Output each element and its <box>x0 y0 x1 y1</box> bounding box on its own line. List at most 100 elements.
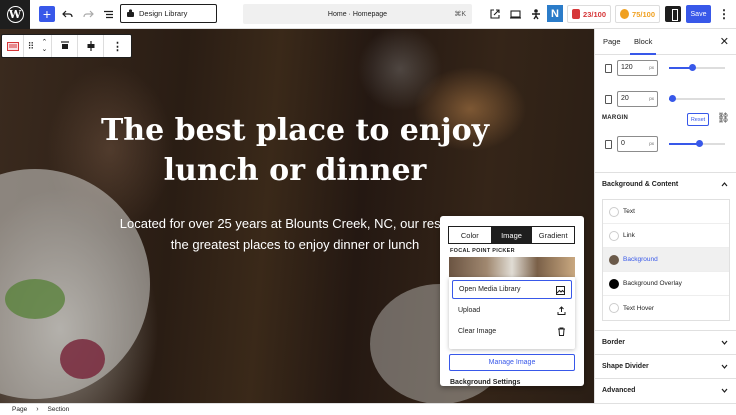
breadcrumb-page[interactable]: Page <box>12 406 27 413</box>
align-button[interactable] <box>52 35 78 57</box>
clear-image-item[interactable]: Clear Image <box>452 322 572 341</box>
color-item-label: Link <box>623 232 635 239</box>
background-content-title: Background & Content <box>602 181 679 188</box>
padding-value-1: 120 <box>621 64 633 71</box>
seo-score-badge[interactable]: 23/100 <box>567 5 611 23</box>
undo-button[interactable] <box>58 5 76 23</box>
reset-button[interactable]: Reset <box>687 113 709 126</box>
margin-value: 0 <box>621 140 625 147</box>
background-type-tabs: Color Image Gradient <box>448 226 575 244</box>
unit-label[interactable]: px <box>649 96 654 101</box>
open-media-library-label: Open Media Library <box>459 286 521 293</box>
block-type-button[interactable] <box>2 35 24 57</box>
wordpress-logo-button[interactable]: W <box>0 0 30 29</box>
padding-value-2: 20 <box>621 95 629 102</box>
unit-label[interactable]: px <box>649 65 654 70</box>
add-block-button[interactable]: + <box>39 6 55 22</box>
save-button[interactable]: Save <box>686 5 711 23</box>
tab-block[interactable]: Block <box>629 37 657 55</box>
color-item-link[interactable]: Link <box>603 224 729 248</box>
design-library-button[interactable]: Design Library <box>120 4 217 23</box>
shape-divider-panel-header[interactable]: Shape Divider <box>595 354 736 378</box>
breadcrumb-section[interactable]: Section <box>48 406 70 413</box>
color-item-text[interactable]: Text <box>603 200 729 224</box>
background-settings-label[interactable]: Background Settings <box>450 379 520 386</box>
slider-thumb[interactable] <box>696 140 704 147</box>
color-item-label: Text Hover <box>623 304 655 312</box>
salad-image <box>5 279 65 319</box>
border-panel-header[interactable]: Border <box>595 330 736 354</box>
tab-gradient[interactable]: Gradient <box>532 227 574 243</box>
align-top-icon <box>60 41 69 49</box>
hero-heading[interactable]: The best place to enjoy lunch or dinner <box>80 111 510 191</box>
upload-label: Upload <box>458 307 481 314</box>
document-overview-button[interactable] <box>99 5 117 23</box>
tab-color[interactable]: Color <box>449 227 491 243</box>
sidebar-tabs: Page Block ✕ <box>595 29 736 55</box>
focal-point-picker-image[interactable] <box>449 257 575 277</box>
link-sides-icon[interactable]: ⛓ <box>717 113 730 125</box>
close-icon[interactable]: ✕ <box>720 35 729 48</box>
open-media-library-item[interactable]: Open Media Library <box>452 280 572 299</box>
color-item-background[interactable]: Background <box>603 248 729 272</box>
upload-item[interactable]: Upload <box>452 301 572 320</box>
border-title: Border <box>602 339 625 346</box>
preview-device-button[interactable] <box>506 5 524 23</box>
breadcrumb: Page › Section <box>0 403 736 415</box>
chevron-down-icon <box>721 364 728 369</box>
manage-image-button[interactable]: Manage Image <box>449 354 575 371</box>
wordpress-icon: W <box>6 5 24 23</box>
slider-thumb[interactable] <box>689 64 697 71</box>
margin-slider[interactable] <box>669 140 725 147</box>
device-icon[interactable] <box>605 140 612 149</box>
unit-label[interactable]: px <box>649 141 654 146</box>
desktop-icon <box>509 9 521 19</box>
background-content-panel-header[interactable]: Background & Content <box>595 172 736 196</box>
readability-score-badge[interactable]: 75/100 <box>615 5 660 23</box>
block-options-button[interactable]: ⋮ <box>104 35 131 57</box>
advanced-panel-header[interactable]: Advanced <box>595 378 736 402</box>
plugin-accessibility-button[interactable] <box>527 5 545 23</box>
color-item-label: Text <box>623 208 635 215</box>
color-swatch <box>609 303 619 313</box>
margin-input[interactable]: 0 px <box>617 136 658 152</box>
padding-input-1[interactable]: 120 px <box>617 60 658 76</box>
device-icon[interactable] <box>605 64 612 73</box>
device-icon[interactable] <box>605 95 612 104</box>
margin-label: MARGIN <box>602 115 629 121</box>
background-popover: Color Image Gradient FOCAL POINT PICKER … <box>440 216 584 386</box>
padding-slider-1[interactable] <box>669 64 725 71</box>
upload-icon <box>557 306 566 315</box>
document-title-bar[interactable]: Home · Homepage ⌘K <box>243 4 472 24</box>
padding-row-1: 120 px <box>595 57 736 79</box>
trash-icon <box>558 327 565 336</box>
color-swatch <box>609 231 619 241</box>
chevron-up-icon <box>721 182 728 187</box>
readability-score-value: 75/100 <box>632 9 655 19</box>
more-options-button[interactable]: ⋮ <box>717 5 731 23</box>
list-view-icon <box>103 10 113 18</box>
color-item-background-overlay[interactable]: Background Overlay <box>603 272 729 296</box>
n-plugin-button[interactable]: N <box>547 5 563 22</box>
view-page-button[interactable] <box>486 5 504 23</box>
redo-button[interactable] <box>79 5 97 23</box>
tab-image[interactable]: Image <box>490 227 533 243</box>
color-swatch <box>609 255 619 265</box>
shape-divider-title: Shape Divider <box>602 363 649 370</box>
chevron-down-icon <box>721 388 728 393</box>
color-swatch <box>609 279 619 289</box>
justify-button[interactable] <box>78 35 104 57</box>
padding-slider-2[interactable] <box>669 95 725 102</box>
settings-sidebar: Page Block ✕ 120 px 20 px MARGIN Reset ⛓ 0… <box>594 29 736 403</box>
image-icon <box>556 286 565 295</box>
drag-handle-icon[interactable]: ⠿ <box>28 41 35 52</box>
settings-sidebar-toggle[interactable] <box>665 6 681 22</box>
color-item-text-hover[interactable]: Text Hover <box>603 296 729 320</box>
redo-icon <box>82 10 94 17</box>
chevron-down-icon <box>721 340 728 345</box>
color-item-label: Background <box>623 256 658 263</box>
padding-input-2[interactable]: 20 px <box>617 91 658 107</box>
slider-thumb[interactable] <box>669 95 677 102</box>
move-up-down-icon[interactable]: ⌃ ⌄ <box>41 39 47 53</box>
tab-page[interactable]: Page <box>603 37 621 46</box>
